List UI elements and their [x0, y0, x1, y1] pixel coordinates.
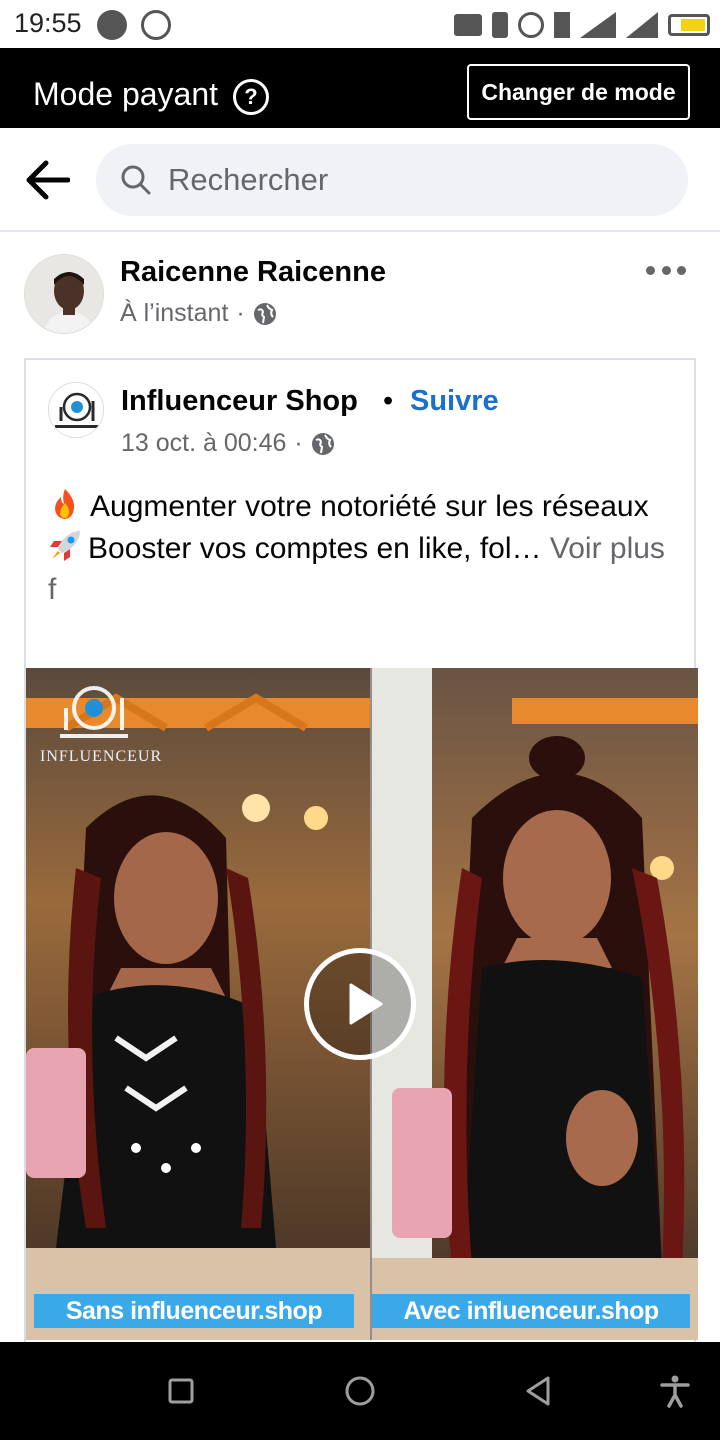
dot	[677, 265, 686, 275]
change-mode-button[interactable]: Changer de mode	[467, 64, 690, 120]
globe-icon	[253, 302, 276, 325]
video-frame-right	[372, 668, 698, 1340]
shared-post-card[interactable]: Influenceur Shop • Suivre 13 oct. à 00:4…	[24, 358, 698, 1342]
battery-icon	[668, 14, 710, 36]
meta-separator: ·	[236, 299, 245, 327]
play-icon	[349, 983, 383, 1025]
post-text: Augmenter votre notoriété sur les réseau…	[48, 486, 678, 610]
post-text-line1: Augmenter votre notoriété sur les réseau…	[90, 490, 649, 523]
music-icon	[97, 10, 127, 40]
more-options-icon[interactable]	[646, 260, 686, 280]
dot	[646, 265, 655, 275]
globe-icon	[311, 432, 334, 455]
search-header	[0, 128, 720, 232]
search-input[interactable]	[168, 144, 658, 216]
page-name[interactable]: Influenceur Shop	[121, 385, 358, 418]
post: Raicenne Raicenne À l’instant · Influenc…	[0, 232, 720, 1342]
fire-emoji-icon	[55, 489, 75, 519]
mode-title: Mode payant	[33, 76, 219, 112]
home-icon[interactable]	[343, 1374, 377, 1408]
back-nav-icon[interactable]	[522, 1374, 556, 1408]
post-text-line2: Booster vos comptes en like, fol…	[88, 532, 542, 565]
search-icon	[121, 165, 151, 195]
back-arrow-icon	[26, 160, 71, 200]
page-logo[interactable]	[48, 382, 104, 438]
system-nav-bar	[0, 1342, 720, 1440]
avatar-photo	[25, 255, 103, 333]
recent-apps-icon[interactable]	[164, 1374, 198, 1408]
meta-separator: ·	[294, 429, 303, 457]
back-button[interactable]	[24, 158, 71, 202]
status-icons	[454, 10, 710, 40]
video-player[interactable]: INFLUENCEUR Sans influenceur.shop Avec i…	[26, 668, 698, 1340]
video-watermark: INFLUENCEUR	[40, 748, 163, 765]
search-box[interactable]	[96, 144, 688, 216]
mode-bar: Mode payant ? Changer de mode	[0, 48, 720, 128]
alarm-icon	[518, 12, 544, 38]
shared-date[interactable]: 13 oct. à 00:46	[121, 429, 286, 458]
post-time[interactable]: À l’instant	[120, 299, 228, 328]
status-bar: 19:55	[0, 0, 720, 48]
influenceur-logo-icon	[49, 383, 103, 437]
shared-meta: 13 oct. à 00:46 ·	[121, 429, 335, 458]
signal-icon	[626, 12, 658, 38]
cast-icon	[454, 14, 482, 36]
follow-button[interactable]: Suivre	[410, 385, 499, 418]
avatar[interactable]	[24, 254, 104, 334]
name-separator: •	[383, 385, 394, 417]
whatsapp-icon	[141, 10, 171, 40]
video-caption-left: Sans influenceur.shop	[34, 1294, 354, 1328]
dot	[661, 265, 671, 275]
vibrate-icon	[492, 12, 508, 38]
help-icon[interactable]: ?	[233, 79, 269, 115]
play-button[interactable]	[304, 948, 416, 1060]
data-icon	[554, 12, 570, 38]
signal-icon	[580, 12, 616, 38]
watermark-logo-icon	[60, 686, 128, 738]
post-author[interactable]: Raicenne Raicenne	[120, 256, 386, 289]
accessibility-icon[interactable]	[658, 1374, 692, 1408]
status-time: 19:55	[14, 8, 82, 38]
rocket-emoji-icon	[50, 531, 80, 561]
post-meta: À l’instant ·	[120, 299, 277, 328]
video-caption-right: Avec influenceur.shop	[372, 1294, 690, 1328]
